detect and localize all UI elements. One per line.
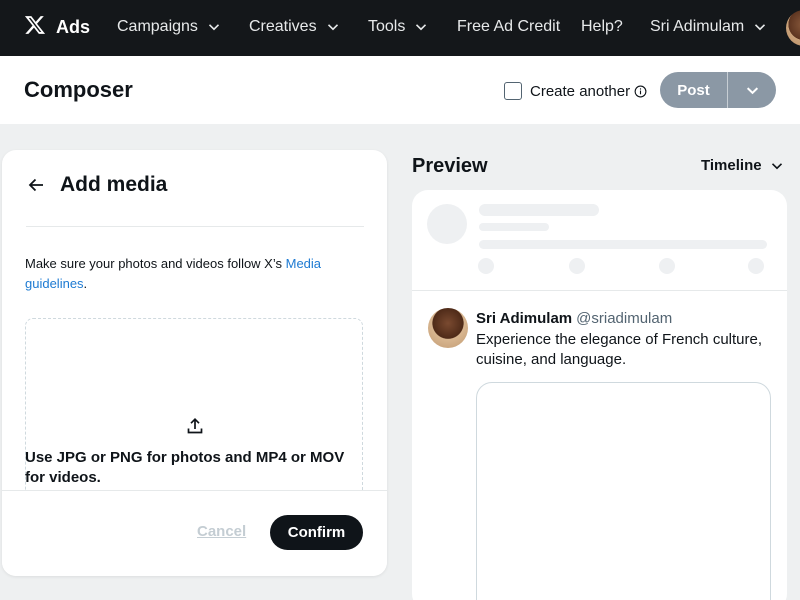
avatar	[428, 308, 468, 348]
chevron-down-icon	[754, 21, 766, 33]
nav-tools-label: Tools	[368, 18, 406, 35]
chevron-down-icon	[746, 86, 758, 94]
nav-creatives-label: Creatives	[249, 18, 317, 35]
nav-campaigns-label: Campaigns	[117, 18, 198, 35]
chevron-down-icon	[415, 21, 427, 33]
nav-free-ad-credit-label: Free Ad Credit	[457, 18, 561, 35]
x-logo-icon	[24, 14, 46, 41]
page-title: Composer	[24, 77, 133, 102]
add-media-title: Add media	[60, 173, 168, 196]
info-icon[interactable]	[634, 85, 647, 98]
chevron-down-icon	[208, 21, 220, 33]
placement-label: Timeline	[701, 157, 762, 174]
dropzone-instructions: Use JPG or PNG for photos and MP4 or MOV…	[25, 449, 345, 486]
brand[interactable]: Ads	[24, 14, 90, 41]
media-placeholder	[476, 382, 771, 600]
nav-account-menu[interactable]: Sri Adimulam	[650, 18, 766, 36]
composer-header: Composer Create another Post	[0, 56, 800, 124]
nav-free-ad-credit[interactable]: Free Ad Credit	[457, 18, 560, 36]
back-arrow-icon[interactable]	[26, 175, 46, 195]
skeleton-line	[479, 240, 767, 249]
nav-help[interactable]: Help?	[581, 18, 623, 36]
skeleton-line	[479, 204, 599, 216]
tweet-author-name: Sri Adimulam	[476, 310, 573, 327]
chevron-down-icon	[327, 21, 339, 33]
guideline-prefix: Make sure your photos and videos follow …	[25, 256, 286, 271]
create-another-checkbox[interactable]	[504, 82, 522, 100]
cancel-button[interactable]: Cancel	[197, 523, 246, 540]
upload-icon[interactable]	[185, 416, 205, 436]
confirm-button[interactable]: Confirm	[270, 515, 363, 550]
preview-title: Preview	[412, 155, 488, 177]
nav-tools[interactable]: Tools	[368, 18, 427, 36]
skeleton-action	[569, 258, 585, 274]
add-media-panel: Add media Make sure your photos and vide…	[2, 150, 387, 576]
add-media-header: Add media	[26, 173, 167, 197]
nav-campaigns[interactable]: Campaigns	[117, 18, 220, 36]
skeleton-action	[659, 258, 675, 274]
skeleton-action	[748, 258, 764, 274]
tweet-author-handle: @sriadimulam	[576, 310, 673, 327]
nav-creatives[interactable]: Creatives	[249, 18, 339, 36]
post-button[interactable]: Post	[660, 72, 727, 108]
chevron-down-icon	[771, 160, 783, 172]
skeleton-line	[479, 223, 549, 231]
nav-help-label: Help?	[581, 18, 623, 35]
skeleton-action	[478, 258, 494, 274]
create-another-label: Create another	[530, 82, 631, 100]
guideline-suffix: .	[83, 276, 88, 291]
create-another-toggle[interactable]: Create another	[504, 82, 647, 100]
post-options-button[interactable]	[728, 72, 776, 108]
media-guideline-text: Make sure your photos and videos follow …	[25, 254, 355, 294]
top-nav: Ads Campaigns Creatives Tools Free Ad Cr…	[0, 0, 800, 56]
divider	[26, 226, 364, 227]
tweet-text: Experience the elegance of French cultur…	[476, 331, 763, 368]
nav-account-label: Sri Adimulam	[650, 18, 745, 35]
avatar[interactable]	[786, 10, 800, 46]
placement-selector[interactable]: Timeline	[701, 157, 783, 174]
skeleton-avatar	[427, 204, 467, 244]
tweet-author: Sri Adimulam @sriadimulam	[476, 310, 672, 327]
preview-card: Sri Adimulam @sriadimulam Experience the …	[412, 190, 787, 600]
divider	[412, 290, 787, 291]
brand-label: Ads	[56, 17, 91, 37]
post-button-group: Post	[660, 72, 776, 108]
